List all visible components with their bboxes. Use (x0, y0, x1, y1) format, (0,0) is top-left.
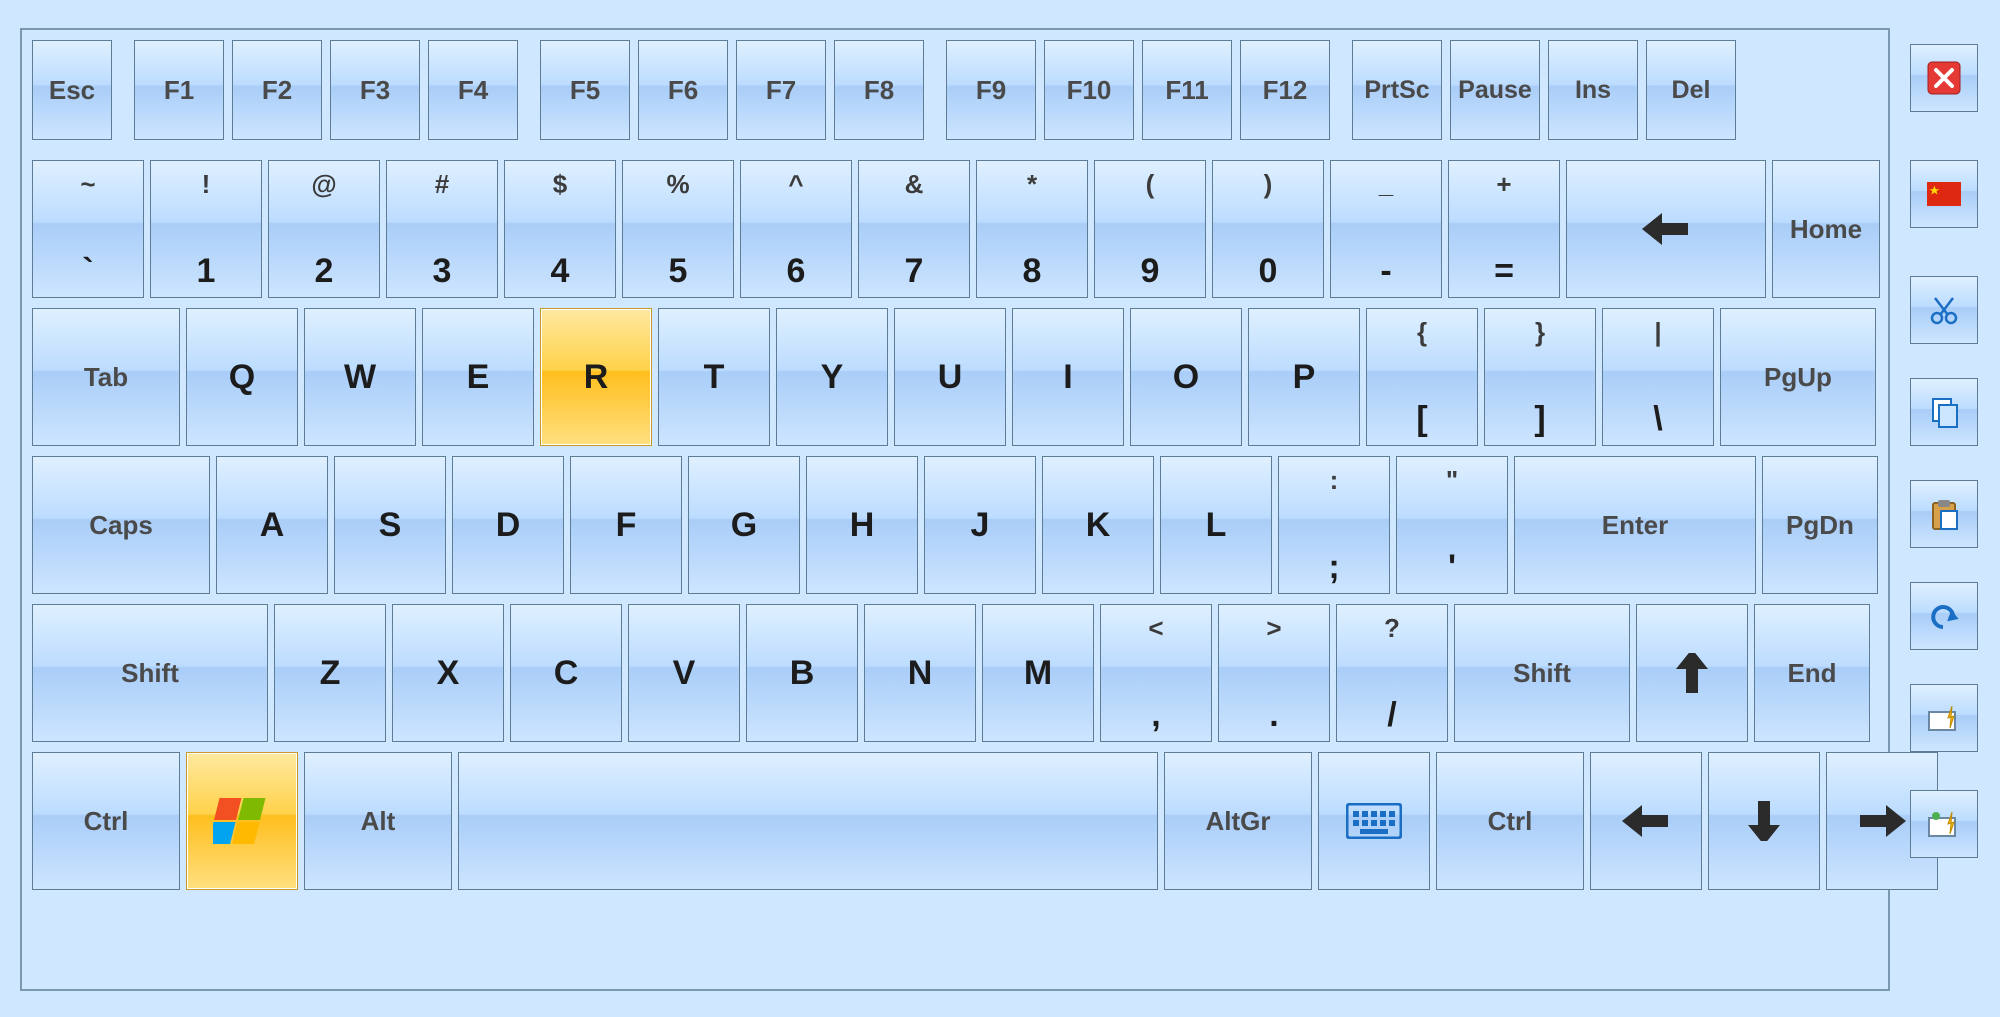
key-del[interactable]: Del (1646, 40, 1736, 140)
key-sym-.[interactable]: >. (1218, 604, 1330, 742)
key-home[interactable]: Home (1772, 160, 1880, 298)
key-r[interactable]: R (540, 308, 652, 446)
key-shift-right[interactable]: Shift (1454, 604, 1630, 742)
side-close-button[interactable] (1910, 44, 1978, 112)
key-prtsc[interactable]: PrtSc (1352, 40, 1442, 140)
key-4[interactable]: $4 (504, 160, 616, 298)
side-copy-button[interactable] (1910, 378, 1978, 446)
key-f2[interactable]: F2 (232, 40, 322, 140)
key-f6[interactable]: F6 (638, 40, 728, 140)
key-7[interactable]: &7 (858, 160, 970, 298)
side-flash1-button[interactable] (1910, 684, 1978, 752)
key-backspace[interactable] (1566, 160, 1766, 298)
key-9[interactable]: (9 (1094, 160, 1206, 298)
key-k[interactable]: K (1042, 456, 1154, 594)
key-m[interactable]: M (982, 604, 1094, 742)
key-g[interactable]: G (688, 456, 800, 594)
key-o[interactable]: O (1130, 308, 1242, 446)
key-w[interactable]: W (304, 308, 416, 446)
key-ctrl-left[interactable]: Ctrl (32, 752, 180, 890)
key-z[interactable]: Z (274, 604, 386, 742)
key-0[interactable]: )0 (1212, 160, 1324, 298)
key-f11[interactable]: F11 (1142, 40, 1232, 140)
key-f7[interactable]: F7 (736, 40, 826, 140)
key-arrow-left[interactable] (1590, 752, 1702, 890)
key-i[interactable]: I (1012, 308, 1124, 446)
key-sym-/[interactable]: ?/ (1336, 604, 1448, 742)
key-f4[interactable]: F4 (428, 40, 518, 140)
key-e[interactable]: E (422, 308, 534, 446)
key-f5[interactable]: F5 (540, 40, 630, 140)
key-p[interactable]: P (1248, 308, 1360, 446)
key-ctrl-right[interactable]: Ctrl (1436, 752, 1584, 890)
key-f9[interactable]: F9 (946, 40, 1036, 140)
key-1[interactable]: !1 (150, 160, 262, 298)
key-t[interactable]: T (658, 308, 770, 446)
side-flag-button[interactable] (1910, 160, 1978, 228)
key-f[interactable]: F (570, 456, 682, 594)
key--[interactable]: _- (1330, 160, 1442, 298)
key-f3[interactable]: F3 (330, 40, 420, 140)
side-flash2-button[interactable] (1910, 790, 1978, 858)
key-a[interactable]: A (216, 456, 328, 594)
key-tab[interactable]: Tab (32, 308, 180, 446)
key-b[interactable]: B (746, 604, 858, 742)
key-3[interactable]: #3 (386, 160, 498, 298)
side-undo-button[interactable] (1910, 582, 1978, 650)
key-h[interactable]: H (806, 456, 918, 594)
key-caps[interactable]: Caps (32, 456, 210, 594)
key-alt-left[interactable]: Alt (304, 752, 452, 890)
key-s[interactable]: S (334, 456, 446, 594)
key-8[interactable]: *8 (976, 160, 1088, 298)
key-ins[interactable]: Ins (1548, 40, 1638, 140)
key-\[interactable]: |\ (1602, 308, 1714, 446)
key-[[interactable]: {[ (1366, 308, 1478, 446)
key-shift-left[interactable]: Shift (32, 604, 268, 742)
key-sym-,[interactable]: <, (1100, 604, 1212, 742)
key-`[interactable]: ~` (32, 160, 144, 298)
key-d[interactable]: D (452, 456, 564, 594)
key-f12[interactable]: F12 (1240, 40, 1330, 140)
key-sym-1[interactable]: "' (1396, 456, 1508, 594)
key-=[interactable]: += (1448, 160, 1560, 298)
key-sym-0[interactable]: :; (1278, 456, 1390, 594)
key-space[interactable] (458, 752, 1158, 890)
key-f8[interactable]: F8 (834, 40, 924, 140)
key-x[interactable]: X (392, 604, 504, 742)
key-end[interactable]: End (1754, 604, 1870, 742)
key-6[interactable]: ^6 (740, 160, 852, 298)
key-pause[interactable]: Pause (1450, 40, 1540, 140)
key-f1[interactable]: F1 (134, 40, 224, 140)
key-windows[interactable] (186, 752, 298, 890)
key-pgdn[interactable]: PgDn (1762, 456, 1878, 594)
key-osk-icon[interactable] (1318, 752, 1430, 890)
key-5[interactable]: %5 (622, 160, 734, 298)
key-u[interactable]: U (894, 308, 1006, 446)
key-l[interactable]: L (1160, 456, 1272, 594)
key-2[interactable]: @2 (268, 160, 380, 298)
key-][interactable]: }] (1484, 308, 1596, 446)
key-arrow-down[interactable] (1708, 752, 1820, 890)
key-pgup[interactable]: PgUp (1720, 308, 1876, 446)
key-arrow-up[interactable] (1636, 604, 1748, 742)
side-paste-button[interactable] (1910, 480, 1978, 548)
key-esc[interactable]: Esc (32, 40, 112, 140)
key-q[interactable]: Q (186, 308, 298, 446)
side-cut-button[interactable] (1910, 276, 1978, 344)
key-c[interactable]: C (510, 604, 622, 742)
keyboard-panel: Esc F1F2F3F4F5F6F7F8F9F10F11F12PrtScPause… (20, 28, 1890, 991)
key-v[interactable]: V (628, 604, 740, 742)
key-y[interactable]: Y (776, 308, 888, 446)
key-f10[interactable]: F10 (1044, 40, 1134, 140)
key-n[interactable]: N (864, 604, 976, 742)
key-altgr[interactable]: AltGr (1164, 752, 1312, 890)
key-enter[interactable]: Enter (1514, 456, 1756, 594)
key-j[interactable]: J (924, 456, 1036, 594)
